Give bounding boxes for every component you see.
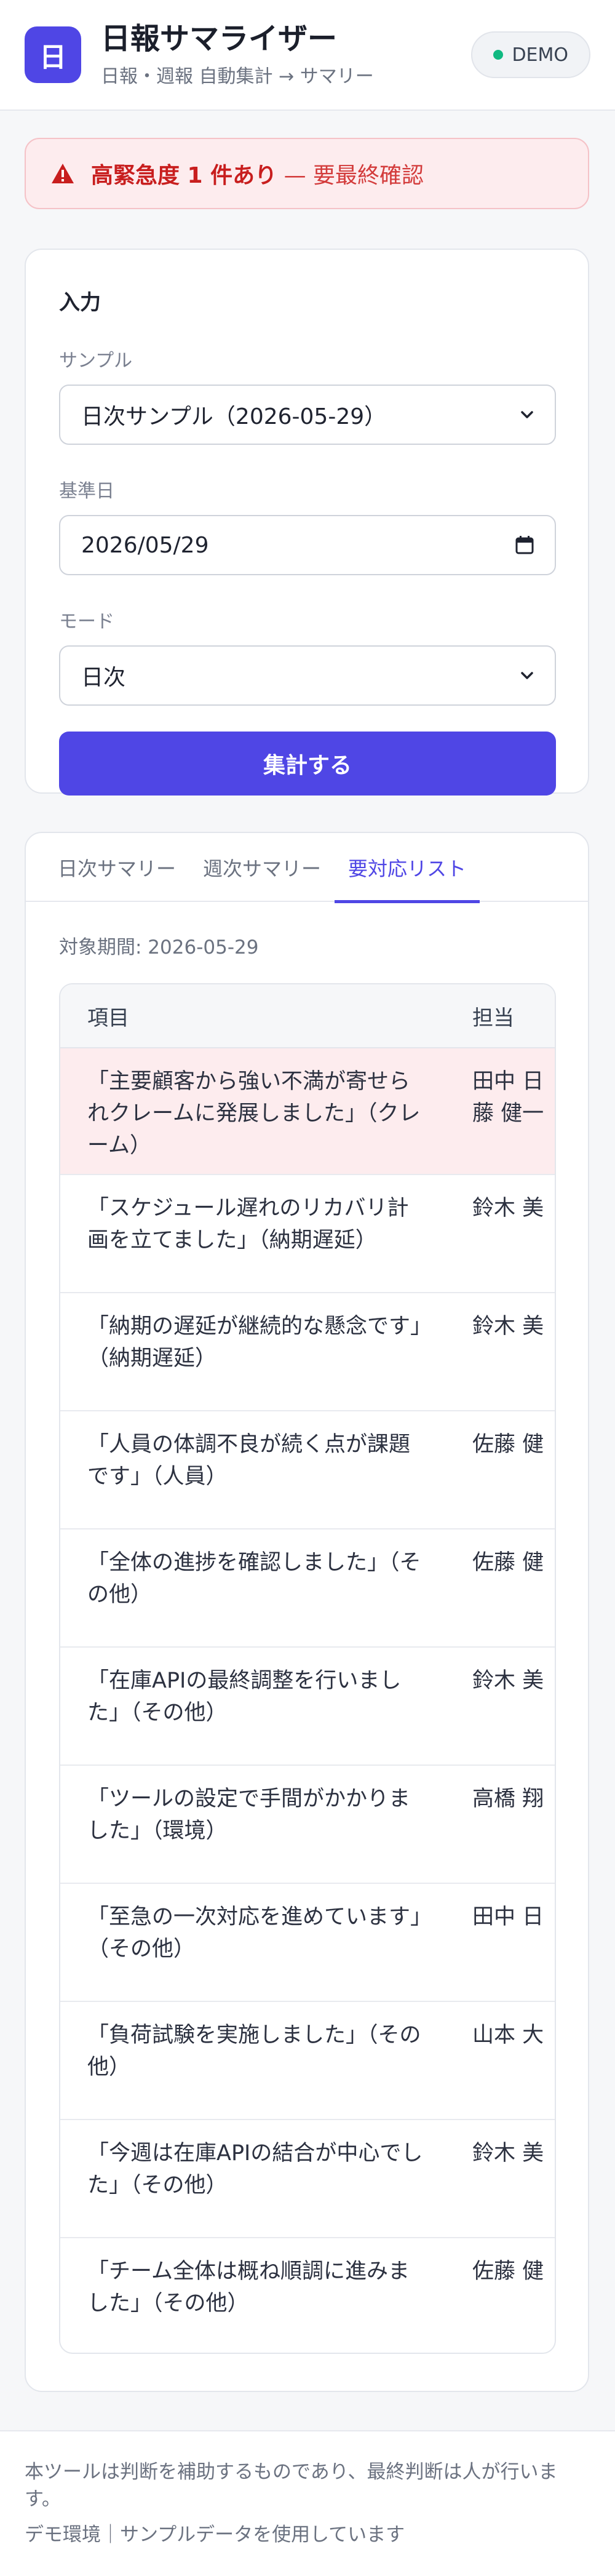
- row-owner: 鈴木 美: [472, 2141, 544, 2166]
- app-footer: 本ツールは判断を補助するものであり、最終判断は人が行います。 デモ環境｜サンプル…: [0, 2430, 615, 2576]
- row-owner: 鈴木 美: [472, 1314, 544, 1339]
- row-item: 「至急の一次対応を進めています」（その他）: [87, 1905, 421, 1961]
- row-item: 「スケジュール遅れのリカバリ計画を立てました」（納期遅延）: [87, 1196, 409, 1253]
- row-item: 「ツールの設定で手間がかかりました」（環境）: [87, 1787, 411, 1843]
- input-section-title: 入力: [59, 290, 101, 315]
- table-row: 「在庫APIの最終調整を行いました」（その他） 鈴木 美: [60, 1648, 555, 1766]
- app-logo: 日: [25, 26, 81, 83]
- environment-note: デモ環境｜サンプルデータを使用しています: [25, 2524, 405, 2546]
- row-owner: 鈴木 美: [472, 1196, 544, 1221]
- table-row: 「スケジュール遅れのリカバリ計画を立てました」（納期遅延） 鈴木 美: [60, 1175, 555, 1293]
- result-tabs: 日次サマリー 週次サマリー 要対応リスト: [26, 833, 588, 903]
- table-row: 「人員の体調不良が続く点が課題です」（人員） 佐藤 健: [60, 1411, 555, 1529]
- title-block: 日報サマライザー 日報・週報 自動集計 → サマリー: [101, 22, 471, 88]
- period-text: 対象期間: 2026-05-29: [59, 936, 259, 959]
- date-input-value: 2026/05/29: [81, 532, 209, 558]
- aggregate-button[interactable]: 集計する: [59, 732, 556, 796]
- row-item: 「人員の体調不良が続く点が課題です」（人員）: [87, 1432, 411, 1489]
- app-root: 日 日報サマライザー 日報・週報 自動集計 → サマリー DEMO 高緊急度 1…: [0, 0, 615, 2576]
- sample-select-value: 日次サンプル（2026-05-29）: [81, 404, 387, 429]
- disclaimer-text: 本ツールは判断を補助するものであり、最終判断は人が行います。: [25, 2461, 558, 2510]
- alert-strong-text: 高緊急度 1 件あり: [91, 163, 277, 188]
- row-item: 「今週は在庫APIの結合が中心でした」（その他）: [87, 2141, 423, 2198]
- mode-select-value: 日次: [81, 665, 126, 690]
- result-card: 日次サマリー 週次サマリー 要対応リスト 対象期間: 2026-05-29 項目…: [25, 832, 589, 2392]
- status-dot-icon: [493, 50, 504, 60]
- alert-sub-text: — 要最終確認: [277, 163, 424, 188]
- row-item: 「納期の遅延が継続的な懸念です」（納期遅延）: [87, 1314, 421, 1371]
- chevron-down-icon: [521, 672, 533, 679]
- alert-text: 高緊急度 1 件あり — 要最終確認: [91, 158, 424, 189]
- app-header: 日 日報サマライザー 日報・週報 自動集計 → サマリー DEMO: [0, 0, 615, 111]
- row-item: 「負荷試験を実施しました」（その他）: [87, 2023, 421, 2080]
- input-card: 入力 サンプル 日次サンプル（2026-05-29） 基準日 2026/05/2…: [25, 249, 589, 796]
- tab-daily-summary[interactable]: 日次サマリー: [58, 833, 189, 902]
- tab-weekly-summary[interactable]: 週次サマリー: [189, 833, 335, 902]
- table-header: 項目 担当: [60, 984, 555, 1048]
- row-item: 「在庫APIの最終調整を行いました」（その他）: [87, 1669, 402, 1725]
- row-item: 「チーム全体は概ね順調に進みました」（その他）: [87, 2259, 410, 2316]
- demo-badge: DEMO: [471, 31, 590, 78]
- row-owner: 田中 日: [472, 1905, 544, 1929]
- row-item: 「主要顧客から強い不満が寄せられクレームに発展しました」（クレーム）: [87, 1069, 421, 1158]
- row-owner: 佐藤 健: [472, 1432, 544, 1457]
- demo-badge-label: DEMO: [512, 44, 568, 66]
- sample-label: サンプル: [59, 350, 133, 372]
- app-subtitle: 日報・週報 自動集計 → サマリー: [101, 65, 374, 87]
- mode-select[interactable]: 日次: [59, 645, 556, 706]
- action-table[interactable]: 項目 担当 「主要顧客から強い不満が寄せられクレームに発展しました」（クレーム）…: [59, 983, 556, 2354]
- urgent-alert: 高緊急度 1 件あり — 要最終確認: [25, 138, 589, 209]
- calendar-icon[interactable]: [514, 535, 535, 556]
- mode-label: モード: [59, 611, 114, 632]
- row-owner: 田中 日藤 健一: [472, 1048, 544, 1174]
- date-label: 基準日: [59, 481, 114, 502]
- sample-select[interactable]: 日次サンプル（2026-05-29）: [59, 385, 556, 445]
- row-owner: 山本 大: [472, 2023, 544, 2048]
- table-row: 「ツールの設定で手間がかかりました」（環境） 高橋 翔: [60, 1766, 555, 1884]
- row-owner-line: 藤 健一: [472, 1101, 544, 1126]
- warning-icon: [52, 164, 74, 183]
- row-owner: 佐藤 健: [472, 2259, 544, 2284]
- date-input[interactable]: 2026/05/29: [59, 515, 556, 575]
- header-owner: 担当: [472, 1005, 514, 1031]
- chevron-down-icon: [521, 411, 533, 418]
- row-item: 「全体の進捗を確認しました」（その他）: [87, 1550, 421, 1607]
- row-owner: 鈴木 美: [472, 1669, 544, 1693]
- table-row: 「全体の進捗を確認しました」（その他） 佐藤 健: [60, 1529, 555, 1648]
- table-row: 「今週は在庫APIの結合が中心でした」（その他） 鈴木 美: [60, 2120, 555, 2238]
- table-row: 「納期の遅延が継続的な懸念です」（納期遅延） 鈴木 美: [60, 1293, 555, 1411]
- table-row: 「至急の一次対応を進めています」（その他） 田中 日: [60, 1884, 555, 2002]
- table-row: 「主要顧客から強い不満が寄せられクレームに発展しました」（クレーム） 田中 日藤…: [60, 1048, 555, 1175]
- header-item: 項目: [87, 1005, 129, 1031]
- row-owner: 佐藤 健: [472, 1550, 544, 1575]
- row-owner: 高橋 翔: [472, 1787, 544, 1811]
- row-owner-line: 田中 日: [472, 1069, 544, 1094]
- table-row: 「チーム全体は概ね順調に進みました」（その他） 佐藤 健: [60, 2238, 555, 2353]
- tab-action-list[interactable]: 要対応リスト: [335, 833, 480, 903]
- app-title: 日報サマライザー: [101, 22, 338, 57]
- table-row: 「負荷試験を実施しました」（その他） 山本 大: [60, 2002, 555, 2120]
